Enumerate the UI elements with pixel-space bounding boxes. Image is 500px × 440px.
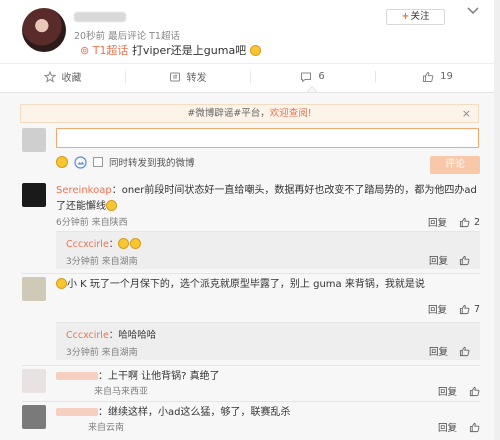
star-icon	[43, 70, 56, 83]
repost-button[interactable]: 转发	[125, 64, 250, 89]
reply-text: ：	[108, 239, 119, 250]
reply-button[interactable]: 回复	[438, 384, 457, 398]
favorite-button[interactable]: 收藏	[0, 64, 125, 89]
repost-icon	[169, 72, 180, 81]
comment-like-count: 7	[473, 303, 480, 315]
like-icon	[459, 304, 470, 314]
reply-actions: 回复	[429, 344, 470, 358]
reply-body: Cccxcirle：哈哈哈哈	[66, 327, 156, 341]
like-icon[interactable]	[459, 255, 470, 266]
comment-body: ：继续这样，小ad这么猛，够了，联赛乱杀	[56, 405, 480, 421]
like-count: 19	[440, 71, 453, 82]
comment-actions: 回复	[438, 420, 480, 434]
image-icon[interactable]	[74, 155, 87, 169]
divider	[22, 401, 480, 402]
divider	[22, 365, 480, 366]
chevron-down-icon[interactable]	[466, 6, 480, 16]
emoji-icon	[130, 238, 142, 249]
my-avatar	[22, 128, 46, 152]
reply-actions: 回复	[429, 253, 470, 267]
submit-comment-button[interactable]: 评论	[430, 156, 480, 174]
comment-text: ：上干啊 让他背锅? 真绝了	[98, 371, 220, 382]
comment-body: ：上干啊 让他背锅? 真绝了	[56, 369, 480, 385]
favorite-label: 收藏	[61, 73, 82, 84]
emoji-icon	[118, 238, 130, 249]
comment-input[interactable]	[56, 128, 479, 148]
emoji-icon	[56, 278, 67, 289]
comment-actions: 回复 2	[428, 215, 480, 230]
comment-body: Sereinkoap：oner前段时间状态好一直给嘲头，数据再好也改变不了踏局势…	[56, 183, 480, 215]
comment-like-button[interactable]: 2	[459, 217, 480, 228]
grin-emoji-icon	[106, 200, 117, 211]
reply-item: Cccxcirle： 3分钟前 来自湖南 回复	[56, 231, 480, 269]
comment-like-count: 2	[473, 216, 480, 228]
reply-item: Cccxcirle：哈哈哈哈 3分钟前 来自湖南 回复	[56, 322, 480, 360]
reply-text: ：哈哈哈哈	[108, 330, 157, 341]
commenter-avatar[interactable]	[22, 277, 46, 301]
author-avatar[interactable]	[22, 8, 66, 52]
commenter-avatar[interactable]	[22, 405, 46, 429]
post-header: 20秒前 最后评论 T1超话 ⊚ T1超话 打viper还是上guma吧 +关注	[0, 0, 500, 60]
comment-actions: 回复	[438, 384, 480, 398]
action-bar: 收藏 转发 6 19	[0, 63, 500, 89]
reply-button[interactable]: 回复	[438, 420, 457, 434]
follow-label: 关注	[410, 11, 430, 22]
commenter-name-blurred[interactable]	[56, 408, 98, 416]
comment-time: 来自马来西亚	[94, 387, 149, 397]
reply-button[interactable]: 回复	[428, 302, 447, 316]
like-icon[interactable]	[469, 386, 480, 397]
post-meta: 20秒前 最后评论 T1超话	[74, 31, 180, 42]
comment-text: ：oner前段时间状态好一直给嘲头，数据再好也改变不了踏局势的，都为他四办ad了…	[56, 185, 477, 212]
like-icon[interactable]	[459, 346, 470, 357]
comment-actions: 回复 7	[428, 302, 480, 317]
reply-time: 3分钟前 来自湖南	[66, 348, 138, 358]
grin-emoji-icon	[249, 45, 261, 56]
comment-text: ：继续这样，小ad这么猛，够了，联赛乱杀	[98, 407, 291, 418]
author-name-blurred[interactable]	[74, 12, 126, 22]
commenter-name[interactable]: Sereinkoap	[56, 185, 112, 196]
reply-button[interactable]: 回复	[429, 344, 448, 358]
comment-icon	[301, 72, 312, 83]
comment-section: #微博辟谣#平台，欢迎查阅! × 同时转发到我的微博 评论 Sereinkoap…	[0, 92, 500, 440]
repost-label: 转发	[186, 73, 207, 84]
notice-link[interactable]: 欢迎查阅!	[270, 108, 312, 119]
repost-checkbox-label: 同时转发到我的微博	[109, 158, 195, 169]
comment-like-button[interactable]: 7	[459, 304, 480, 315]
scrollbar[interactable]	[494, 0, 500, 440]
like-icon	[459, 217, 470, 227]
reply-button[interactable]: 回复	[429, 253, 448, 267]
divider	[22, 273, 480, 274]
comment-time: 来自云南	[88, 423, 125, 433]
rumor-notice-bar: #微博辟谣#平台，欢迎查阅! ×	[20, 104, 479, 123]
emoji-icon[interactable]	[56, 156, 68, 168]
commenter-avatar[interactable]	[22, 369, 46, 393]
comment-body: 小 K 玩了一个月保下的，选个派克就原型毕露了，别上 guma 来背锅，我就是说	[56, 277, 480, 293]
like-icon	[423, 71, 434, 82]
weibo-post-card: 20秒前 最后评论 T1超话 ⊚ T1超话 打viper还是上guma吧 +关注…	[0, 0, 500, 440]
post-content: ⊚ T1超话 打viper还是上guma吧	[80, 42, 261, 58]
replier-name[interactable]: Cccxcirle	[66, 330, 109, 341]
like-icon[interactable]	[469, 422, 480, 433]
commenter-avatar[interactable]	[22, 183, 46, 207]
topic-icon: ⊚	[80, 44, 90, 57]
reply-button[interactable]: 回复	[428, 215, 447, 229]
follow-button[interactable]: +关注	[386, 9, 445, 25]
notice-text[interactable]: #微博辟谣#平台，	[187, 108, 269, 119]
commenter-name-blurred[interactable]	[56, 372, 98, 380]
composer-tools: 同时转发到我的微博	[56, 155, 195, 169]
replier-name[interactable]: Cccxcirle	[66, 239, 109, 250]
comment-text: 小 K 玩了一个月保下的，选个派克就原型毕露了，别上 guma 来背锅，我就是说	[67, 279, 425, 290]
reply-time: 3分钟前 来自湖南	[66, 257, 138, 267]
like-button[interactable]: 19	[375, 64, 500, 89]
comment-time: 6分钟前 来自陕西	[56, 218, 128, 228]
topic-link[interactable]: T1超话	[93, 44, 129, 57]
plus-icon: +	[401, 11, 410, 22]
reply-body: Cccxcirle：	[66, 236, 142, 250]
repost-checkbox[interactable]	[93, 157, 103, 167]
post-text: 打viper还是上guma吧	[131, 44, 247, 57]
close-icon[interactable]: ×	[462, 105, 471, 122]
comment-count: 6	[318, 71, 325, 82]
